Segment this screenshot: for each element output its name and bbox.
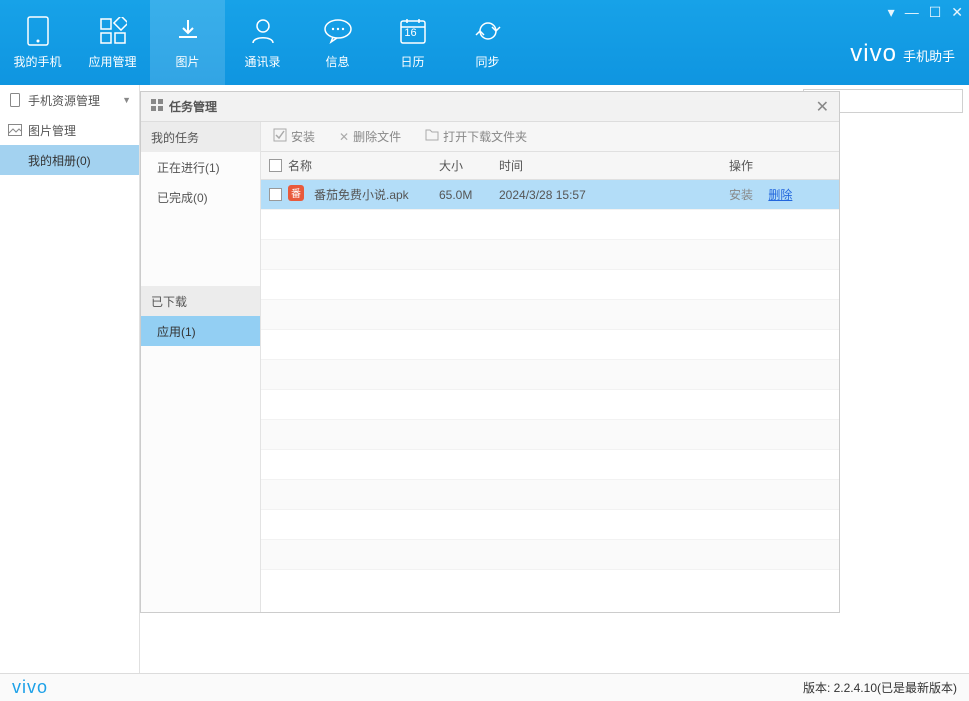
task-manager-modal: 任务管理 ✕ 我的任务 正在进行(1) 已完成(0) 已下载 应用(1): [140, 91, 840, 613]
col-name: 名称: [269, 157, 439, 174]
select-all-checkbox[interactable]: [269, 159, 282, 172]
table-row-empty: [261, 510, 839, 540]
menu-pictures[interactable]: 图片管理: [0, 115, 139, 145]
table-row-empty: [261, 300, 839, 330]
nav-sync[interactable]: 同步: [450, 0, 525, 85]
nav-label: 通讯录: [244, 53, 280, 70]
header-action: 操作: [729, 157, 831, 174]
nav-messages[interactable]: 信息: [300, 0, 375, 85]
item-completed[interactable]: 已完成(0): [141, 182, 260, 212]
menu-album[interactable]: 我的相册(0): [0, 145, 139, 175]
row-time: 2024/3/28 15:57: [499, 188, 729, 202]
modal-title: 任务管理: [169, 98, 217, 115]
nav-calendar[interactable]: 16 日历: [375, 0, 450, 85]
header-time: 时间: [499, 157, 729, 174]
svg-text:番: 番: [291, 188, 301, 200]
app-icon: 番: [288, 185, 304, 204]
row-checkbox[interactable]: [269, 188, 282, 201]
nav-label: 同步: [475, 53, 499, 70]
toolbar-delete[interactable]: ✕ 删除文件: [339, 128, 401, 145]
item-app[interactable]: 应用(1): [141, 316, 260, 346]
phone-icon: [22, 15, 54, 47]
modal-title-area: 任务管理: [151, 98, 217, 115]
menu-label: 我的相册(0): [28, 152, 91, 169]
toolbar-install[interactable]: 安装: [273, 128, 315, 145]
table-row-empty: [261, 240, 839, 270]
nav-contacts[interactable]: 通讯录: [225, 0, 300, 85]
x-icon: ✕: [339, 130, 349, 144]
app-header: ▾ — ☐ ✕ vivo 手机助手 我的手机 应用管理 图片 通讯录 信息: [0, 0, 969, 85]
menu-resource[interactable]: 手机资源管理 ▼: [0, 85, 139, 115]
calendar-icon: 16: [397, 15, 429, 47]
modal-toolbar: 安装 ✕ 删除文件 打开下载文件夹: [261, 122, 839, 152]
brand-text: 手机助手: [903, 46, 955, 65]
check-icon: [273, 128, 287, 145]
table-header: 名称 大小 时间 操作: [261, 152, 839, 180]
maximize-icon[interactable]: ☐: [929, 4, 942, 21]
row-name: 番茄免费小说.apk: [314, 186, 409, 203]
download-icon: [172, 15, 204, 47]
minimize-icon[interactable]: —: [905, 4, 919, 21]
nav-label: 应用管理: [88, 53, 136, 70]
modal-sidebar: 我的任务 正在进行(1) 已完成(0) 已下载 应用(1): [141, 122, 261, 612]
section-downloaded: 已下载: [141, 286, 260, 316]
main-area: 手机资源管理 ▼ 图片管理 我的相册(0) 任务管理 ✕: [0, 85, 969, 673]
image-icon: [8, 123, 22, 137]
table-row[interactable]: 番 番茄免费小说.apk 65.0M 2024/3/28 15:57 安装 删除: [261, 180, 839, 210]
row-size: 65.0M: [439, 188, 499, 202]
grid-icon: [151, 99, 163, 114]
sync-icon: [472, 15, 504, 47]
modal-close-button[interactable]: ✕: [816, 97, 829, 117]
table-row-empty: [261, 390, 839, 420]
close-icon[interactable]: ✕: [951, 4, 963, 21]
menu-label: 图片管理: [28, 122, 76, 139]
table-row-empty: [261, 210, 839, 240]
brand-logo: vivo: [850, 40, 897, 68]
nav-label: 图片: [175, 53, 199, 70]
table-row-empty: [261, 450, 839, 480]
dropdown-triangle-icon: ▼: [122, 95, 131, 105]
nav-app-manage[interactable]: 应用管理: [75, 0, 150, 85]
menu-label: 手机资源管理: [28, 92, 100, 109]
action-delete-link[interactable]: 删除: [768, 188, 792, 202]
phone-small-icon: [8, 93, 22, 107]
table-row-empty: [261, 360, 839, 390]
table-row-empty: [261, 420, 839, 450]
header-size: 大小: [439, 157, 499, 174]
table-row-empty: [261, 540, 839, 570]
brand-area: vivo 手机助手: [850, 40, 955, 68]
item-inprogress[interactable]: 正在进行(1): [141, 152, 260, 182]
table-row-empty: [261, 270, 839, 300]
table-row-empty: [261, 480, 839, 510]
nav-pictures[interactable]: 图片: [150, 0, 225, 85]
contact-icon: [247, 15, 279, 47]
table-body: 番 番茄免费小说.apk 65.0M 2024/3/28 15:57 安装 删除: [261, 180, 839, 612]
modal-body: 我的任务 正在进行(1) 已完成(0) 已下载 应用(1) 安装 ✕: [141, 122, 839, 612]
window-controls: ▾ — ☐ ✕: [888, 4, 963, 21]
footer-version: 版本: 2.2.4.10(已是最新版本): [803, 679, 957, 696]
footer-logo: vivo: [12, 677, 48, 698]
nav-label: 日历: [400, 53, 424, 70]
header-name: 名称: [288, 157, 312, 174]
toolbar-label: 删除文件: [353, 128, 401, 145]
modal-content: 安装 ✕ 删除文件 打开下载文件夹: [261, 122, 839, 612]
table-row-empty: [261, 330, 839, 360]
row-actions: 安装 删除: [729, 186, 831, 203]
toolbar-label: 打开下载文件夹: [443, 128, 527, 145]
nav-label: 我的手机: [13, 53, 61, 70]
action-install-link[interactable]: 安装: [729, 188, 753, 202]
dropdown-icon[interactable]: ▾: [888, 4, 895, 21]
modal-header: 任务管理 ✕: [141, 92, 839, 122]
left-panel: 手机资源管理 ▼ 图片管理 我的相册(0): [0, 85, 140, 673]
message-icon: [322, 15, 354, 47]
folder-icon: [425, 129, 439, 144]
toolbar-open-folder[interactable]: 打开下载文件夹: [425, 128, 527, 145]
apps-icon: [97, 15, 129, 47]
nav-my-phone[interactable]: 我的手机: [0, 0, 75, 85]
calendar-day: 16: [397, 27, 425, 39]
section-my-tasks: 我的任务: [141, 122, 260, 152]
nav-label: 信息: [325, 53, 349, 70]
toolbar-label: 安装: [291, 128, 315, 145]
footer: vivo 版本: 2.2.4.10(已是最新版本): [0, 673, 969, 701]
